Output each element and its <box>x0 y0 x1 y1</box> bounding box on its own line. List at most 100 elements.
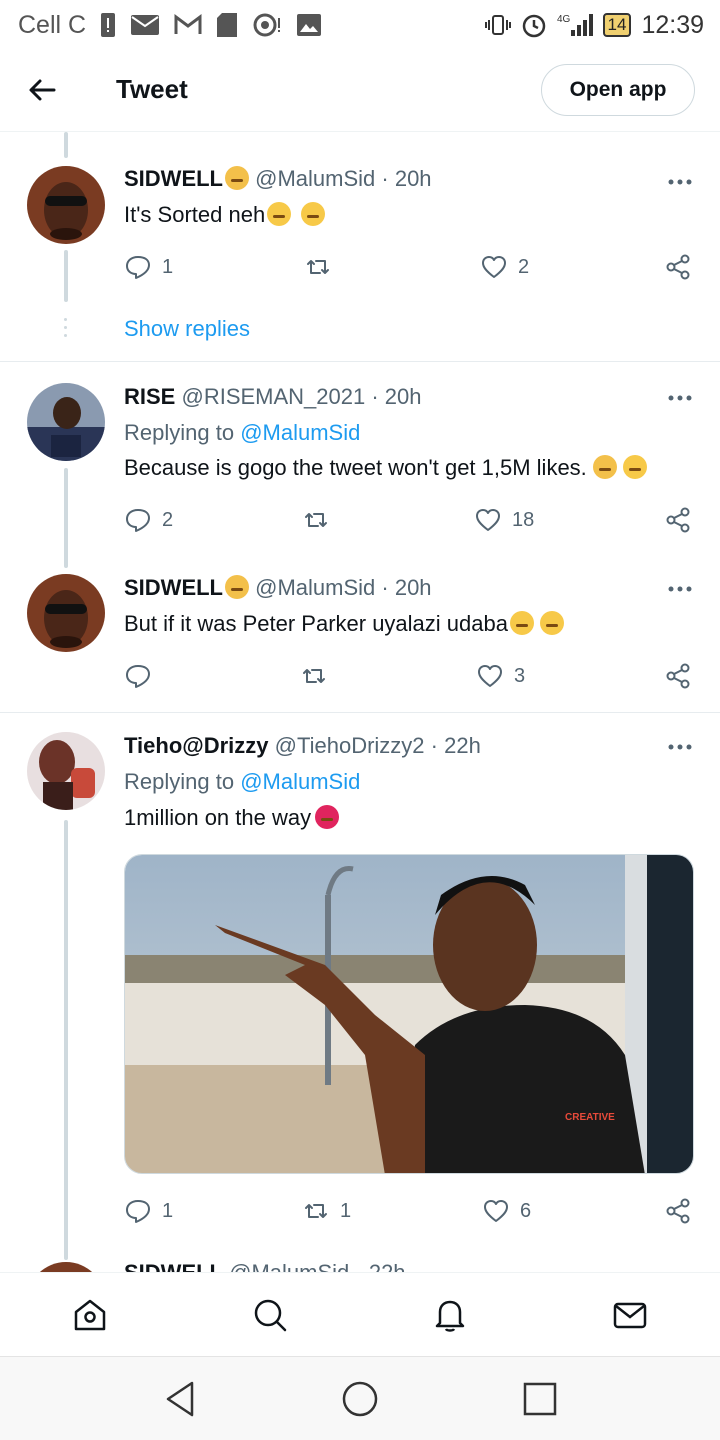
share-icon <box>666 254 690 280</box>
timestamp[interactable]: · 20h <box>381 166 431 191</box>
thread-line <box>64 820 68 1260</box>
more-icon[interactable] <box>664 579 696 599</box>
retweet-button[interactable] <box>300 659 338 693</box>
system-recents-icon[interactable] <box>520 1379 560 1419</box>
replying-to: Replying to @MalumSid <box>124 769 360 795</box>
like-icon <box>482 256 506 278</box>
person-emoji <box>225 575 249 599</box>
back-arrow-icon[interactable] <box>26 74 58 106</box>
thinking-emoji <box>267 202 292 226</box>
display-name[interactable]: SIDWELL <box>124 575 223 600</box>
signal-icon: 4G <box>557 14 593 36</box>
more-icon[interactable] <box>664 388 696 408</box>
messages-icon[interactable] <box>610 1295 650 1335</box>
replying-prefix: Replying to <box>124 420 241 445</box>
tweet-text: It's Sorted neh <box>124 202 326 228</box>
avatar[interactable] <box>27 166 105 244</box>
share-button[interactable] <box>664 250 692 284</box>
reply-button[interactable] <box>124 659 162 693</box>
avatar[interactable] <box>27 574 105 652</box>
display-name[interactable]: RISE <box>124 384 175 409</box>
timestamp[interactable]: · 20h <box>381 575 431 600</box>
handle[interactable]: @TiehoDrizzy2 <box>275 733 425 758</box>
home-icon[interactable] <box>70 1295 110 1335</box>
reply-button[interactable]: 1 <box>124 1194 173 1228</box>
tweet-header: SIDWELL @MalumSid · 22h <box>124 1260 406 1272</box>
reply-button[interactable]: 2 <box>124 503 173 537</box>
bottom-navigation <box>0 1272 720 1356</box>
battery-indicator: 14 <box>602 13 632 37</box>
display-name[interactable]: Tieho@Drizzy <box>124 733 269 758</box>
like-count: 18 <box>512 508 535 531</box>
clock: 12:39 <box>641 10 704 39</box>
tweet-header: SIDWELL @MalumSid · 20h <box>124 166 432 192</box>
tweet-header: RISE @RISEMAN_2021 · 20h <box>124 384 422 410</box>
shirt-text: CREATIVE <box>565 1112 615 1123</box>
replying-to: Replying to @MalumSid <box>124 420 360 446</box>
handle[interactable]: @MalumSid <box>255 575 375 600</box>
open-app-button[interactable]: Open app <box>541 64 695 116</box>
alarm-icon <box>522 14 545 38</box>
handle[interactable]: @RISEMAN_2021 <box>181 384 365 409</box>
tweet-text: Because is gogo the tweet won't get 1,5M… <box>124 455 647 481</box>
like-button[interactable]: 18 <box>474 503 534 537</box>
reply-icon <box>126 665 150 688</box>
more-icon[interactable] <box>664 172 696 192</box>
retweet-icon <box>305 513 327 527</box>
reply-count: 2 <box>162 508 174 531</box>
retweet-icon <box>305 1204 327 1218</box>
share-button[interactable] <box>664 503 692 537</box>
retweet-icon <box>307 260 329 274</box>
like-button[interactable]: 3 <box>476 659 525 693</box>
share-button[interactable] <box>664 1194 692 1228</box>
search-icon[interactable] <box>250 1295 290 1335</box>
retweet-button[interactable]: 1 <box>302 1194 351 1228</box>
like-icon <box>478 665 502 687</box>
reply-icon <box>126 1200 150 1223</box>
display-name[interactable]: SIDWELL <box>124 1260 223 1272</box>
reply-button[interactable]: 1 <box>124 250 173 284</box>
handle[interactable]: @MalumSid <box>255 166 375 191</box>
share-button[interactable] <box>664 659 692 693</box>
tweet-text-content: It's Sorted neh <box>124 202 266 227</box>
page-title: Tweet <box>116 74 188 104</box>
person-emoji <box>225 166 249 190</box>
reply-icon <box>126 509 150 532</box>
reply-count: 1 <box>162 1199 174 1222</box>
like-button[interactable]: 6 <box>482 1194 531 1228</box>
avatar[interactable] <box>27 732 105 810</box>
like-count: 2 <box>518 255 530 278</box>
timestamp[interactable]: · 20h <box>371 384 421 409</box>
notifications-icon[interactable] <box>430 1295 470 1335</box>
like-button[interactable]: 2 <box>480 250 529 284</box>
mention-link[interactable]: @MalumSid <box>240 769 360 794</box>
gallery-icon <box>297 14 322 36</box>
vibrate-icon <box>484 15 511 35</box>
handle[interactable]: @MalumSid <box>229 1260 349 1272</box>
show-replies-link[interactable]: Show replies <box>124 316 250 342</box>
tweet-feed[interactable]: SIDWELL @MalumSid · 20h It's Sorted neh … <box>0 132 720 1272</box>
avatar[interactable] <box>27 1262 105 1272</box>
avatar[interactable] <box>27 383 105 461</box>
retweet-button[interactable] <box>304 250 342 284</box>
thinking-emoji <box>301 202 326 226</box>
facepalm-emoji <box>592 455 617 479</box>
dancer-emoji <box>315 805 340 829</box>
display-name[interactable]: SIDWELL <box>124 166 223 191</box>
sweat-smile-emoji <box>539 611 564 635</box>
thread-line <box>64 132 68 158</box>
message-icon <box>131 15 160 35</box>
tweet-text-content: Because is gogo the tweet won't get 1,5M… <box>124 455 587 480</box>
tweet-media-image[interactable]: CREATIVE <box>124 854 694 1174</box>
system-navigation-bar <box>0 1356 720 1440</box>
tweet-actions: 1 2 <box>124 250 700 284</box>
photo-man-pointing: CREATIVE <box>125 855 693 1173</box>
more-icon[interactable] <box>664 737 696 757</box>
system-back-icon[interactable] <box>160 1379 200 1419</box>
timestamp[interactable]: · 22h <box>431 733 481 758</box>
timestamp[interactable]: · 22h <box>355 1260 405 1272</box>
retweet-button[interactable] <box>302 503 340 537</box>
thread-dots <box>64 318 68 342</box>
system-home-icon[interactable] <box>340 1379 380 1419</box>
mention-link[interactable]: @MalumSid <box>240 420 360 445</box>
